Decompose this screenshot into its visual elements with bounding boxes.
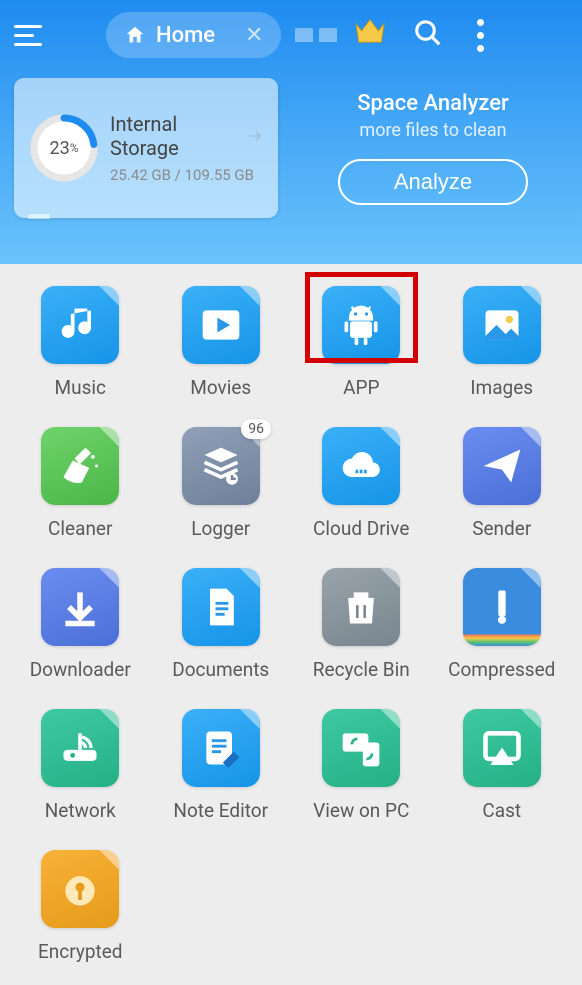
- category-encrypted[interactable]: Encrypted: [10, 850, 151, 963]
- analyzer-subtitle: more files to clean: [359, 120, 506, 141]
- router-icon: [41, 709, 119, 787]
- category-label: Cleaner: [48, 517, 112, 540]
- category-movies[interactable]: Movies: [151, 286, 292, 399]
- category-label: View on PC: [313, 799, 409, 822]
- doc-icon: [182, 568, 260, 646]
- top-bar: Home ✕: [14, 10, 568, 60]
- highlight-box: [305, 272, 418, 363]
- tab-label: Home: [156, 23, 215, 48]
- category-label: Encrypted: [38, 940, 123, 963]
- storage-usage: 25.42 GB / 109.55 GB: [110, 166, 264, 184]
- premium-crown-icon[interactable]: [353, 17, 387, 53]
- category-cleaner[interactable]: Cleaner: [10, 427, 151, 540]
- pc-icon: [322, 709, 400, 787]
- category-label: Music: [55, 376, 106, 399]
- category-label: Logger: [191, 517, 250, 540]
- storage-ring-icon: 23%: [28, 112, 100, 184]
- zip-icon: [463, 568, 541, 646]
- image-icon: [463, 286, 541, 364]
- play-icon: [182, 286, 260, 364]
- category-music[interactable]: Music: [10, 286, 151, 399]
- category-grid: MusicMoviesAPPImagesCleaner96LoggerCloud…: [0, 264, 582, 985]
- category-label: Movies: [190, 376, 251, 399]
- category-images[interactable]: Images: [432, 286, 573, 399]
- category-label: Compressed: [448, 658, 555, 681]
- chevron-right-icon: [247, 127, 264, 145]
- category-label: Note Editor: [173, 799, 268, 822]
- storage-title: Internal Storage: [110, 112, 241, 160]
- category-documents[interactable]: Documents: [151, 568, 292, 681]
- home-tab[interactable]: Home ✕: [106, 12, 281, 58]
- category-label: Documents: [172, 658, 269, 681]
- send-icon: [463, 427, 541, 505]
- home-icon: [124, 24, 146, 46]
- category-compressed[interactable]: Compressed: [432, 568, 573, 681]
- category-label: Images: [470, 376, 533, 399]
- category-downloader[interactable]: Downloader: [10, 568, 151, 681]
- cast-icon: [463, 709, 541, 787]
- analyzer-title: Space Analyzer: [357, 91, 509, 116]
- badge-count: 96: [241, 419, 271, 439]
- more-menu-icon[interactable]: [477, 19, 484, 52]
- category-label: Recycle Bin: [313, 658, 410, 681]
- category-logger[interactable]: 96Logger: [151, 427, 292, 540]
- category-label: APP: [343, 376, 379, 399]
- header-row: 23% Internal Storage 25.42 GB / 109.55 G…: [14, 78, 568, 218]
- category-label: Cloud Drive: [313, 517, 409, 540]
- storage-card[interactable]: 23% Internal Storage 25.42 GB / 109.55 G…: [14, 78, 278, 218]
- background-tabs-icon[interactable]: [295, 28, 337, 42]
- analyze-button[interactable]: Analyze: [338, 159, 528, 205]
- app-header: Home ✕ 23% Internal S: [0, 0, 582, 264]
- category-label: Downloader: [30, 658, 131, 681]
- search-icon[interactable]: [413, 18, 443, 52]
- category-label: Sender: [472, 517, 531, 540]
- category-sender[interactable]: Sender: [432, 427, 573, 540]
- category-cloud-drive[interactable]: Cloud Drive: [291, 427, 432, 540]
- broom-icon: [41, 427, 119, 505]
- space-analyzer-panel: Space Analyzer more files to clean Analy…: [298, 78, 568, 218]
- download-icon: [41, 568, 119, 646]
- storage-percent: 23: [49, 138, 69, 159]
- category-label: Cast: [482, 799, 521, 822]
- storage-percent-suffix: %: [70, 141, 79, 155]
- note-icon: [182, 709, 260, 787]
- category-view-on-pc[interactable]: View on PC: [291, 709, 432, 822]
- music-icon: [41, 286, 119, 364]
- category-cast[interactable]: Cast: [432, 709, 573, 822]
- lock-icon: [41, 850, 119, 928]
- cloud-icon: [322, 427, 400, 505]
- close-icon[interactable]: ✕: [245, 23, 263, 48]
- menu-icon[interactable]: [14, 25, 48, 46]
- category-app[interactable]: APP: [291, 286, 432, 399]
- category-label: Network: [45, 799, 116, 822]
- category-network[interactable]: Network: [10, 709, 151, 822]
- category-recycle-bin[interactable]: Recycle Bin: [291, 568, 432, 681]
- trash-icon: [322, 568, 400, 646]
- category-note-editor[interactable]: Note Editor: [151, 709, 292, 822]
